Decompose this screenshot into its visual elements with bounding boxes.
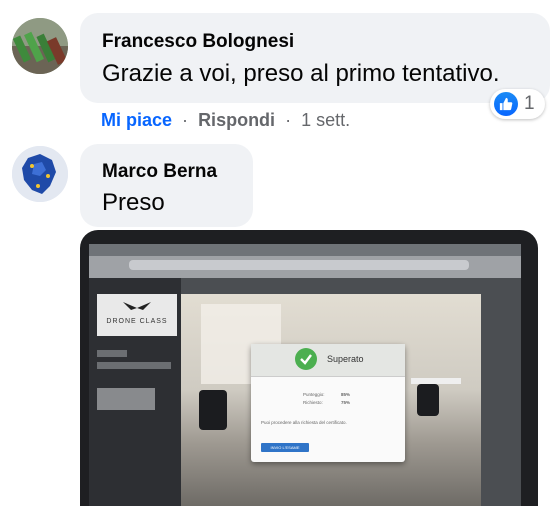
photo-score-label: Punteggio:	[303, 392, 325, 397]
comment-author[interactable]: Francesco Bolognesi	[102, 31, 294, 53]
photo-sidebar: DRONE CLASS	[89, 278, 181, 506]
comment-author[interactable]: Marco Berna	[102, 161, 217, 183]
comment-text: Grazie a voi, preso al primo tentativo.	[102, 60, 500, 87]
photo-dialog-note: Puoi procedere alla richiesta del certif…	[261, 420, 347, 425]
separator: ·	[182, 110, 189, 130]
reaction-summary[interactable]: 1	[490, 89, 545, 119]
photo-chair	[199, 390, 227, 430]
comment-text: Preso	[102, 189, 165, 216]
photo-url-bar	[129, 260, 469, 270]
photo-score-value: 85%	[341, 392, 351, 397]
photo-tab-strip	[89, 244, 521, 256]
drone-class-logo: DRONE CLASS	[97, 294, 177, 336]
avatar-image	[12, 146, 68, 202]
photo-dialog-button: INVIO L'ESAME	[261, 443, 309, 452]
photo-required-label: Richiesto:	[303, 400, 323, 405]
logo-text: DRONE CLASS	[106, 318, 168, 325]
photo-sidebar-thumbnail	[97, 388, 155, 410]
photo-laptop-screen: DRONE CLASS Superato Punteggio: 85% Rich…	[89, 244, 521, 506]
comment-bubble: Marco Berna Preso	[80, 144, 253, 227]
photo-dialog-title: Superato	[327, 354, 364, 364]
comment-bubble: Francesco Bolognesi Grazie a voi, preso …	[80, 13, 550, 103]
reply-button[interactable]: Rispondi	[198, 110, 275, 130]
separator: ·	[285, 110, 292, 130]
thumbs-up-icon	[494, 92, 518, 116]
photo-browser-bar	[89, 244, 521, 278]
photo-required-value: 75%	[341, 400, 351, 405]
drone-logo-icon	[123, 302, 151, 310]
photo-sidebar-row	[97, 350, 127, 357]
reaction-count: 1	[524, 93, 535, 114]
comment-timestamp[interactable]: 1 sett.	[301, 110, 350, 130]
photo-chair	[417, 384, 439, 416]
photo-desk	[411, 378, 461, 384]
photo-result-dialog: Superato Punteggio: 85% Richiesto: 75% P…	[251, 344, 405, 462]
avatar[interactable]	[12, 146, 68, 202]
check-circle-icon	[295, 348, 317, 370]
like-button[interactable]: Mi piace	[101, 110, 172, 130]
photo-sidebar-row	[97, 362, 171, 369]
photo-web-page: DRONE CLASS Superato Punteggio: 85% Rich…	[89, 278, 521, 506]
comment-actions: Mi piace · Rispondi · 1 sett.	[101, 110, 350, 131]
comment-photo[interactable]: DRONE CLASS Superato Punteggio: 85% Rich…	[80, 230, 538, 506]
photo-dialog-header: Superato	[251, 344, 405, 377]
avatar-image	[12, 18, 68, 74]
avatar[interactable]	[12, 18, 68, 74]
